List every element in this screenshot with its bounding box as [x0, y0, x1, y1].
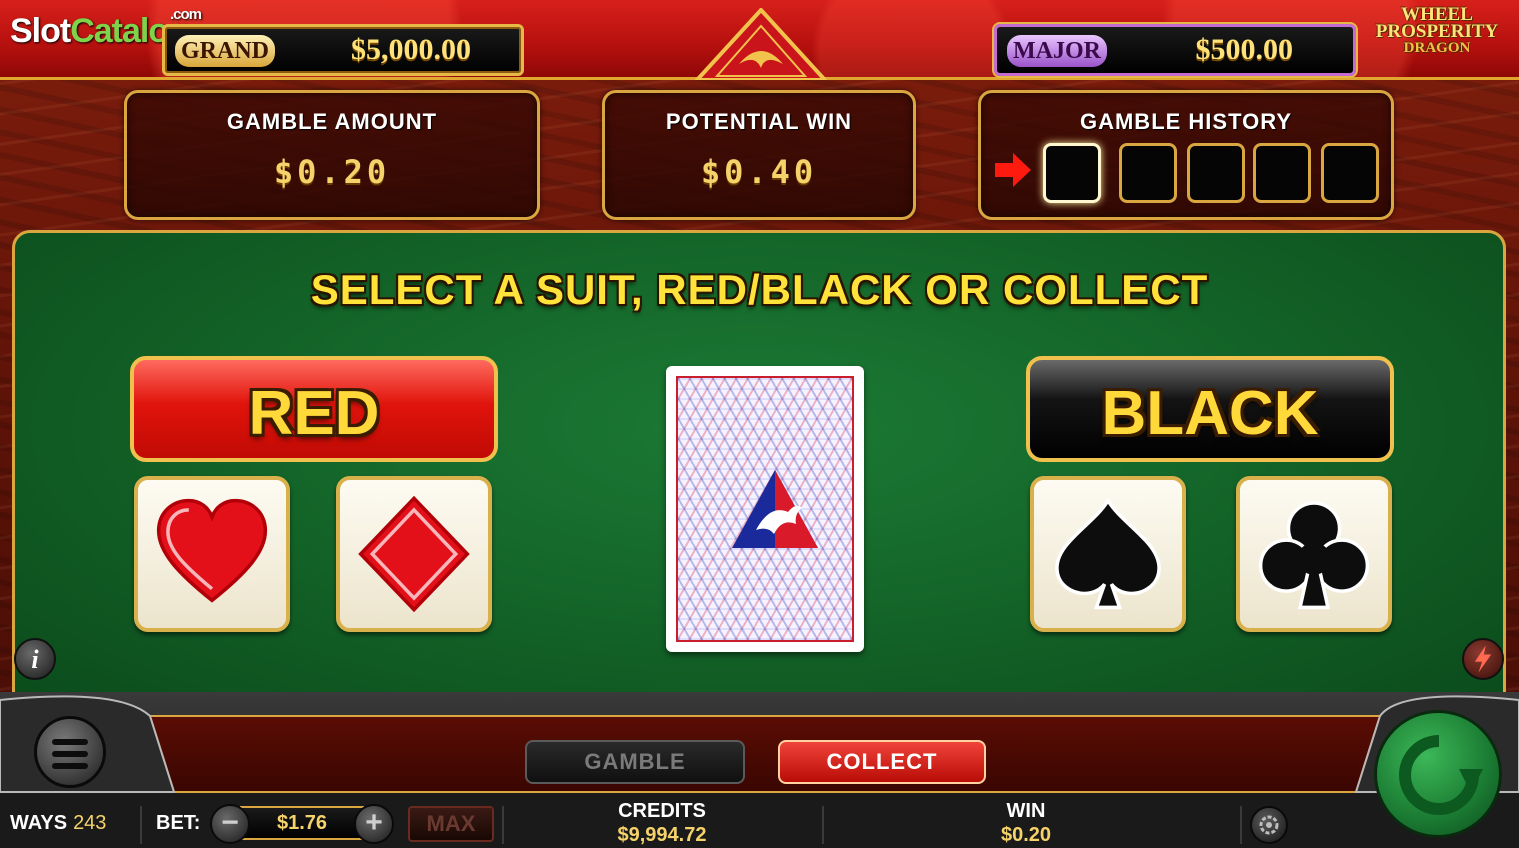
club-suit-button[interactable] — [1236, 476, 1392, 632]
hamburger-line — [52, 751, 88, 757]
gear-icon — [1259, 815, 1279, 835]
collect-button[interactable]: COLLECT — [778, 740, 986, 784]
major-jackpot-label: MAJOR — [1007, 35, 1107, 67]
potential-win-value: $0.40 — [700, 153, 818, 191]
card-back-pattern — [676, 376, 854, 642]
gamble-history-panel: GAMBLE HISTORY — [978, 90, 1394, 220]
spin-arrow-icon — [1399, 735, 1483, 815]
grand-jackpot: GRAND $5,000.00 — [162, 24, 524, 76]
spade-suit-button[interactable] — [1030, 476, 1186, 632]
face-down-card — [666, 366, 864, 652]
instruction-text: SELECT A SUIT, RED/BLACK OR COLLECT — [310, 266, 1209, 313]
history-slot — [1043, 143, 1101, 203]
black-button[interactable]: BLACK — [1026, 356, 1394, 462]
max-bet-button[interactable]: MAX — [408, 806, 494, 842]
history-slot — [1119, 143, 1177, 203]
divider — [140, 806, 142, 844]
bet-label: BET: — [156, 812, 201, 834]
red-button-label: RED — [248, 379, 380, 448]
potential-win-panel: POTENTIAL WIN $0.40 — [602, 90, 916, 220]
diamond-icon — [358, 496, 470, 612]
logo-line-3: DRAGON — [1403, 40, 1471, 56]
history-slot — [1253, 143, 1311, 203]
history-slot — [1187, 143, 1245, 203]
divider — [822, 806, 824, 844]
win-value: $0.20 — [1000, 824, 1052, 846]
potential-win-title: POTENTIAL WIN — [665, 109, 853, 134]
lightning-icon — [1474, 645, 1492, 673]
gamble-amount-value: $0.20 — [273, 153, 391, 191]
info-button[interactable]: i — [14, 638, 56, 680]
divider — [502, 806, 504, 844]
red-button[interactable]: RED — [130, 356, 498, 462]
grand-jackpot-label: GRAND — [175, 35, 275, 67]
major-jackpot: MAJOR $500.00 — [994, 24, 1356, 76]
hamburger-line — [52, 739, 88, 745]
grand-jackpot-value: $5,000.00 — [351, 33, 471, 66]
ways-value: 243 — [73, 812, 107, 834]
credits-label: CREDITS — [618, 800, 706, 822]
spade-icon — [1055, 497, 1161, 610]
history-arrow-icon — [995, 153, 1031, 187]
history-slot — [1321, 143, 1379, 203]
game-logo: WHEEL PROSPERITY DRAGON — [1359, 5, 1515, 57]
major-jackpot-value: $500.00 — [1195, 33, 1294, 66]
diamond-suit-button[interactable] — [336, 476, 492, 632]
ways-label: WAYS — [10, 812, 68, 834]
dragon-emblem-icon — [695, 8, 827, 80]
bet-increase-button[interactable]: + — [354, 804, 394, 844]
info-icon: i — [31, 645, 39, 674]
gamble-history-title: GAMBLE HISTORY — [1079, 109, 1292, 134]
gamble-amount-title: GAMBLE AMOUNT — [226, 109, 438, 134]
gamble-button[interactable]: GAMBLE — [525, 740, 745, 784]
watermark-suffix: .com — [170, 6, 202, 23]
divider — [1240, 806, 1242, 844]
win-label: WIN — [1006, 800, 1046, 822]
ways-display: WAYS 243 — [10, 812, 106, 848]
black-button-label: BLACK — [1101, 379, 1319, 448]
dragon-logo-icon — [732, 470, 818, 548]
bet-value: $1.76 — [240, 806, 364, 840]
gamble-amount-panel: GAMBLE AMOUNT $0.20 — [124, 90, 540, 220]
turbo-button[interactable] — [1462, 638, 1504, 680]
bet-decrease-button[interactable]: − — [210, 804, 250, 844]
credits-value: $9,994.72 — [617, 824, 707, 846]
heart-icon — [156, 498, 268, 603]
jackpot-bar: SlotCatalog .com GRAND $5,000.00 MAJOR $… — [0, 0, 1519, 80]
watermark-brand-a: Slot — [10, 12, 71, 50]
heart-suit-button[interactable] — [134, 476, 290, 632]
settings-button[interactable] — [1250, 806, 1288, 844]
club-icon — [1258, 501, 1370, 610]
hamburger-line — [52, 763, 88, 769]
spin-button[interactable] — [1374, 710, 1502, 838]
menu-button[interactable] — [34, 716, 106, 788]
logo-line-2: PROSPERITY — [1375, 21, 1499, 42]
